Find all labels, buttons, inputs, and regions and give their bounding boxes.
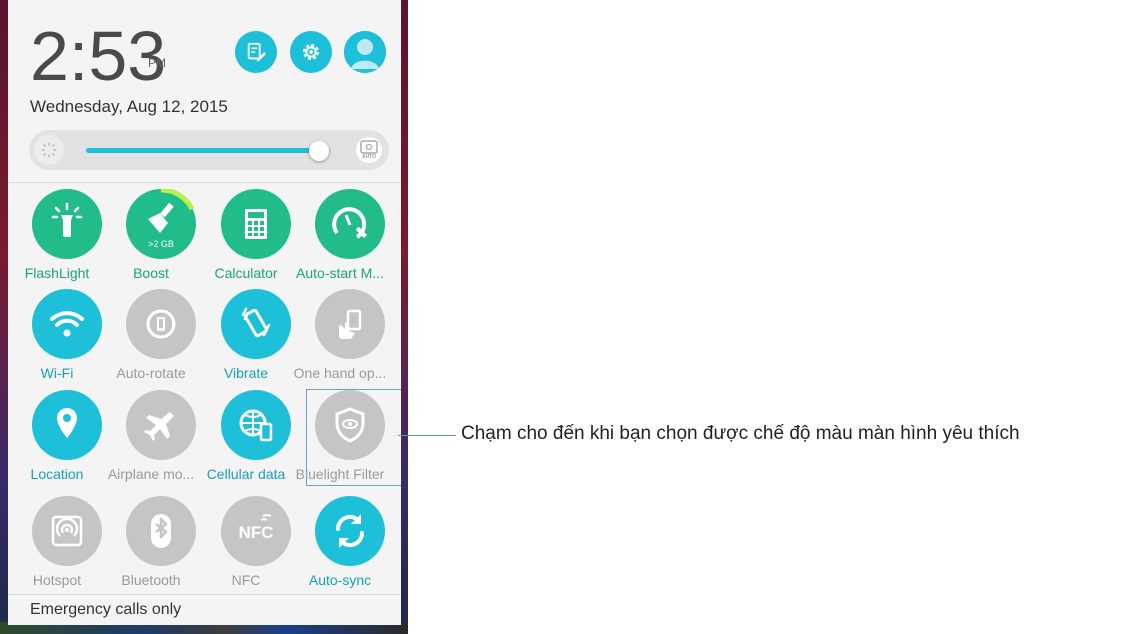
quick-tile-label: Vibrate [223, 365, 269, 381]
calculator-icon [221, 189, 291, 259]
quick-tile-label: Airplane mo... [107, 466, 195, 482]
hotspot-icon [32, 496, 102, 566]
clock-ampm: PM [148, 56, 166, 70]
clock: 2:53 [30, 20, 166, 92]
brightness-track [86, 141, 331, 161]
gauge-wrench-icon [315, 189, 385, 259]
quick-tile-label: Auto-rotate [116, 365, 186, 381]
user-avatar-button[interactable] [344, 31, 386, 73]
auto-brightness-label: AUTO [361, 154, 377, 160]
quick-tile-label: Calculator [214, 265, 278, 281]
vibrate-icon [221, 289, 291, 359]
quick-tile-wi-fi[interactable]: Wi-Fi [9, 289, 105, 389]
clock-time: 2:53 [30, 17, 167, 95]
callout-text: Chạm cho đến khi bạn chọn được chế độ mà… [461, 423, 1020, 444]
date-label: Wednesday, Aug 12, 2015 [30, 97, 228, 116]
quick-tile-airplane-mo[interactable]: Airplane mo... [103, 390, 199, 490]
brightness-fill [86, 148, 319, 153]
brightness-low-icon [34, 135, 64, 165]
bluetooth-icon [126, 496, 196, 566]
emergency-calls-label: Emergency calls only [30, 601, 182, 618]
quick-tile-label: NFC [231, 572, 261, 588]
edit-icon [247, 42, 267, 62]
nfc-icon: NFC [221, 496, 291, 566]
settings-gear-icon [302, 43, 320, 61]
quick-tile-label: Auto-start M... [296, 265, 384, 281]
brightness-slider[interactable]: AUTO [29, 130, 389, 170]
quick-tile-label: Bluetooth [121, 572, 181, 588]
cellular-data-icon [221, 390, 291, 460]
quick-tile-bluetooth[interactable]: Bluetooth [103, 496, 199, 596]
quick-tile-label: Location [30, 466, 84, 482]
airplane-icon [126, 390, 196, 460]
quick-tile-auto-sync[interactable]: Auto-sync [292, 496, 388, 596]
quick-tile-label: Wi-Fi [40, 365, 74, 381]
boost-broom-icon: >2 GB [126, 189, 196, 259]
quick-tile-calculator[interactable]: Calculator [198, 189, 294, 289]
svg-text:>2 GB: >2 GB [148, 239, 174, 249]
quick-tile-vibrate[interactable]: Vibrate [198, 289, 294, 389]
settings-button[interactable] [290, 31, 332, 73]
quick-tile-label: Boost [133, 265, 169, 281]
user-avatar-icon [344, 31, 386, 73]
svg-text:NFC: NFC [239, 523, 274, 542]
brightness-thumb[interactable] [308, 141, 329, 161]
callout-line [398, 435, 456, 436]
quick-tile-flashlight[interactable]: FlashLight [9, 189, 105, 289]
quick-tile-label: Cellular data [206, 466, 286, 482]
quick-tile-label: One hand op... [293, 365, 387, 381]
divider [8, 182, 401, 183]
flashlight-icon [32, 189, 102, 259]
quick-tile-one-hand-op[interactable]: One hand op... [292, 289, 388, 389]
auto-brightness-toggle[interactable]: AUTO [356, 137, 382, 163]
divider [8, 594, 401, 595]
quick-tile-nfc[interactable]: NFC NFC [198, 496, 294, 596]
location-pin-icon [32, 390, 102, 460]
quick-settings-panel: 2:53 PM Wednesday, Aug 12, 2015 AUTO Fla… [8, 0, 401, 625]
one-hand-icon [315, 289, 385, 359]
quick-tile-label: FlashLight [24, 265, 90, 281]
quick-tile-hotspot[interactable]: Hotspot [9, 496, 105, 596]
sync-icon [315, 496, 385, 566]
quick-tile-boost[interactable]: >2 GB Boost [103, 189, 199, 289]
quick-tile-auto-start-m[interactable]: Auto-start M... [292, 189, 388, 289]
auto-rotate-icon [126, 289, 196, 359]
quick-tile-location[interactable]: Location [9, 390, 105, 490]
quick-tile-cellular-data[interactable]: Cellular data [198, 390, 294, 490]
quick-tile-label: Auto-sync [308, 572, 372, 588]
bluelight-highlight-box [306, 389, 401, 486]
quick-tile-auto-rotate[interactable]: Auto-rotate [103, 289, 199, 389]
quick-tile-label: Hotspot [32, 572, 82, 588]
wifi-icon [32, 289, 102, 359]
boost-progress-arc [160, 189, 195, 211]
edit-button[interactable] [235, 31, 277, 73]
